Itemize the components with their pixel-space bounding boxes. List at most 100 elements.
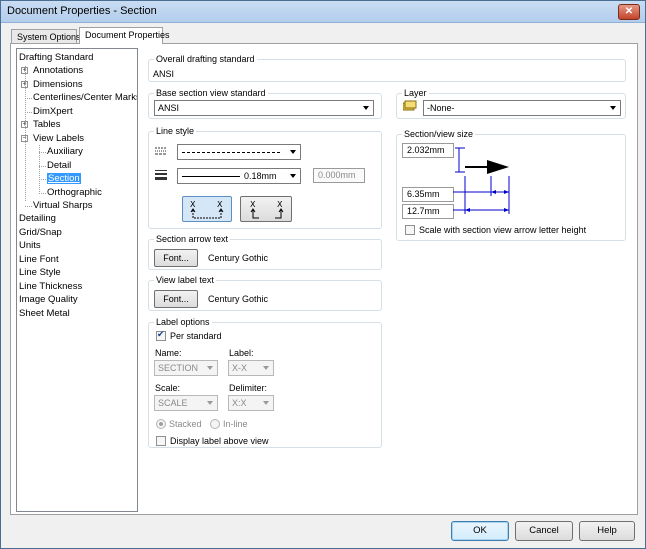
tree-item-units[interactable]: Units — [19, 239, 41, 252]
section-arrow-diagram — [453, 147, 510, 214]
tree-connector — [39, 152, 46, 154]
overall-standard-value: ANSI — [153, 69, 175, 79]
options-tree[interactable]: Drafting Standard Annotations + Dimensions +… — [16, 48, 138, 512]
inline-label: In-line — [223, 419, 248, 429]
view-label-font-button[interactable]: Font... — [154, 290, 198, 308]
tree-item-section[interactable]: Section — [47, 172, 81, 185]
section-arrow-text-title: Section arrow text — [154, 234, 231, 244]
tree-item-label: Dimensions — [33, 78, 83, 90]
label-label: Label: — [229, 348, 254, 358]
tree-connector — [39, 165, 46, 167]
tree-item-centerlines-center-marks[interactable]: Centerlines/Center Marks — [33, 91, 138, 104]
scale-select[interactable]: SCALE — [154, 395, 218, 411]
inline-radio[interactable] — [210, 419, 220, 429]
tree-item-label: Centerlines/Center Marks — [33, 92, 138, 104]
tree-item-dimxpert[interactable]: DimXpert — [33, 105, 73, 118]
per-standard-checkbox[interactable] — [156, 329, 166, 341]
scale-with-letter-checkbox[interactable] — [405, 225, 415, 235]
section-arrow-font-button[interactable]: Font... — [154, 249, 198, 267]
window-title: Document Properties - Section — [7, 5, 157, 17]
chevron-down-icon — [290, 150, 296, 154]
arrow-height-input[interactable]: 2.032mm — [402, 143, 454, 158]
line-thickness-value: 0.18mm — [244, 171, 277, 181]
tree-item-label: Auxiliary — [47, 146, 83, 158]
tree-connector — [39, 192, 46, 194]
tree-item-auxiliary[interactable]: Auxiliary — [47, 145, 83, 158]
tree-item-virtual-sharps[interactable]: Virtual Sharps — [33, 199, 93, 212]
label-select[interactable]: X-X — [228, 360, 274, 376]
tree-item-image-quality[interactable]: Image Quality — [19, 293, 78, 306]
tree-item-label: Units — [19, 240, 41, 252]
tree-item-label: Section — [47, 173, 81, 185]
display-above-checkbox[interactable] — [156, 436, 166, 446]
chevron-down-icon — [610, 106, 616, 110]
base-section-title: Base section view standard — [154, 88, 268, 98]
chevron-down-icon — [207, 366, 213, 370]
cancel-button[interactable]: Cancel — [515, 521, 573, 541]
tree-item-grid-snap[interactable]: Grid/Snap — [19, 226, 62, 239]
tree-item-label: Sheet Metal — [19, 307, 70, 319]
scale-with-letter-label: Scale with section view arrow letter hei… — [419, 225, 587, 235]
stacked-radio[interactable] — [156, 419, 166, 429]
overall-standard-title: Overall drafting standard — [154, 54, 257, 64]
tree-item-label: Drafting Standard — [19, 52, 94, 63]
tree-item-label: Tables — [33, 119, 61, 131]
chevron-down-icon — [363, 106, 369, 110]
tree-item-annotations[interactable]: Annotations — [33, 64, 83, 77]
scale-label: Scale: — [155, 383, 181, 393]
name-select[interactable]: SECTION — [154, 360, 218, 376]
tab-system-options[interactable]: System Options — [11, 29, 81, 44]
base-section-select[interactable]: ANSI — [154, 100, 374, 116]
tree-item-detail[interactable]: Detail — [47, 159, 71, 172]
tree-item-orthographic[interactable]: Orthographic — [47, 186, 102, 199]
svg-text:X: X — [277, 200, 283, 209]
section-arrow-style-icon: X X — [190, 200, 224, 219]
layer-select[interactable]: -None- — [423, 100, 621, 116]
help-button[interactable]: Help — [579, 521, 635, 541]
line-thickness-icon — [155, 170, 167, 183]
tree-item-label: View Labels — [33, 132, 85, 144]
label-value: X-X — [232, 363, 248, 373]
tree-item-drafting-standard[interactable]: Drafting Standard — [19, 51, 93, 64]
tree-item-line-thickness[interactable]: Line Thickness — [19, 280, 82, 293]
tree-item-label: Line Style — [19, 267, 61, 279]
arrow-length-input[interactable]: 12.7mm — [402, 204, 454, 219]
arrow-width-input[interactable]: 6.35mm — [402, 187, 454, 202]
overall-standard-group: Overall drafting standard ANSI — [148, 54, 626, 82]
tree-item-sheet-metal[interactable]: Sheet Metal — [19, 307, 70, 320]
line-font-select[interactable] — [177, 144, 301, 160]
custom-thickness-input[interactable]: 0.000mm — [313, 168, 365, 183]
arrow-style-button-1[interactable]: X X — [182, 196, 232, 222]
tree-item-detailing[interactable]: Detailing — [19, 212, 56, 225]
tree-item-label: Line Font — [19, 253, 59, 265]
label-options-group: Label options Per standard Name: Label: … — [148, 317, 382, 448]
arrow-style-button-2[interactable]: X X — [240, 196, 292, 222]
label-options-title: Label options — [154, 317, 212, 327]
tree-item-label: Image Quality — [19, 294, 78, 306]
tab-document-properties[interactable]: Document Properties — [79, 27, 170, 44]
ok-button[interactable]: OK — [451, 521, 509, 541]
delimiter-value: X:X — [232, 398, 247, 408]
tree-item-view-labels[interactable]: View Labels — [33, 132, 84, 145]
view-label-font-name: Century Gothic — [208, 294, 269, 304]
scale-value: SCALE — [158, 398, 188, 408]
name-value: SECTION — [158, 363, 199, 373]
layer-group: Layer -None- — [396, 88, 626, 119]
tree-connector — [39, 179, 46, 181]
line-thickness-select[interactable]: 0.18mm — [177, 168, 301, 184]
section-size-group: Section/view size 2.032mm 6.35mm 12.7mm — [396, 129, 626, 241]
tree-item-tables[interactable]: Tables — [33, 118, 60, 131]
tree-connector — [25, 205, 32, 207]
title-bar[interactable]: Document Properties - Section ✕ — [1, 1, 645, 23]
tree-item-dimensions[interactable]: Dimensions — [33, 78, 83, 91]
tree-item-line-font[interactable]: Line Font — [19, 253, 59, 266]
chevron-down-icon — [263, 401, 269, 405]
section-arrow-text-group: Section arrow text Font... Century Gothi… — [148, 234, 382, 270]
chevron-down-icon — [263, 366, 269, 370]
tree-item-line-style[interactable]: Line Style — [19, 266, 61, 279]
tree-item-label: Grid/Snap — [19, 226, 62, 238]
delimiter-select[interactable]: X:X — [228, 395, 274, 411]
svg-text:X: X — [190, 200, 196, 209]
tree-connector — [25, 98, 32, 100]
close-button[interactable]: ✕ — [618, 4, 640, 20]
